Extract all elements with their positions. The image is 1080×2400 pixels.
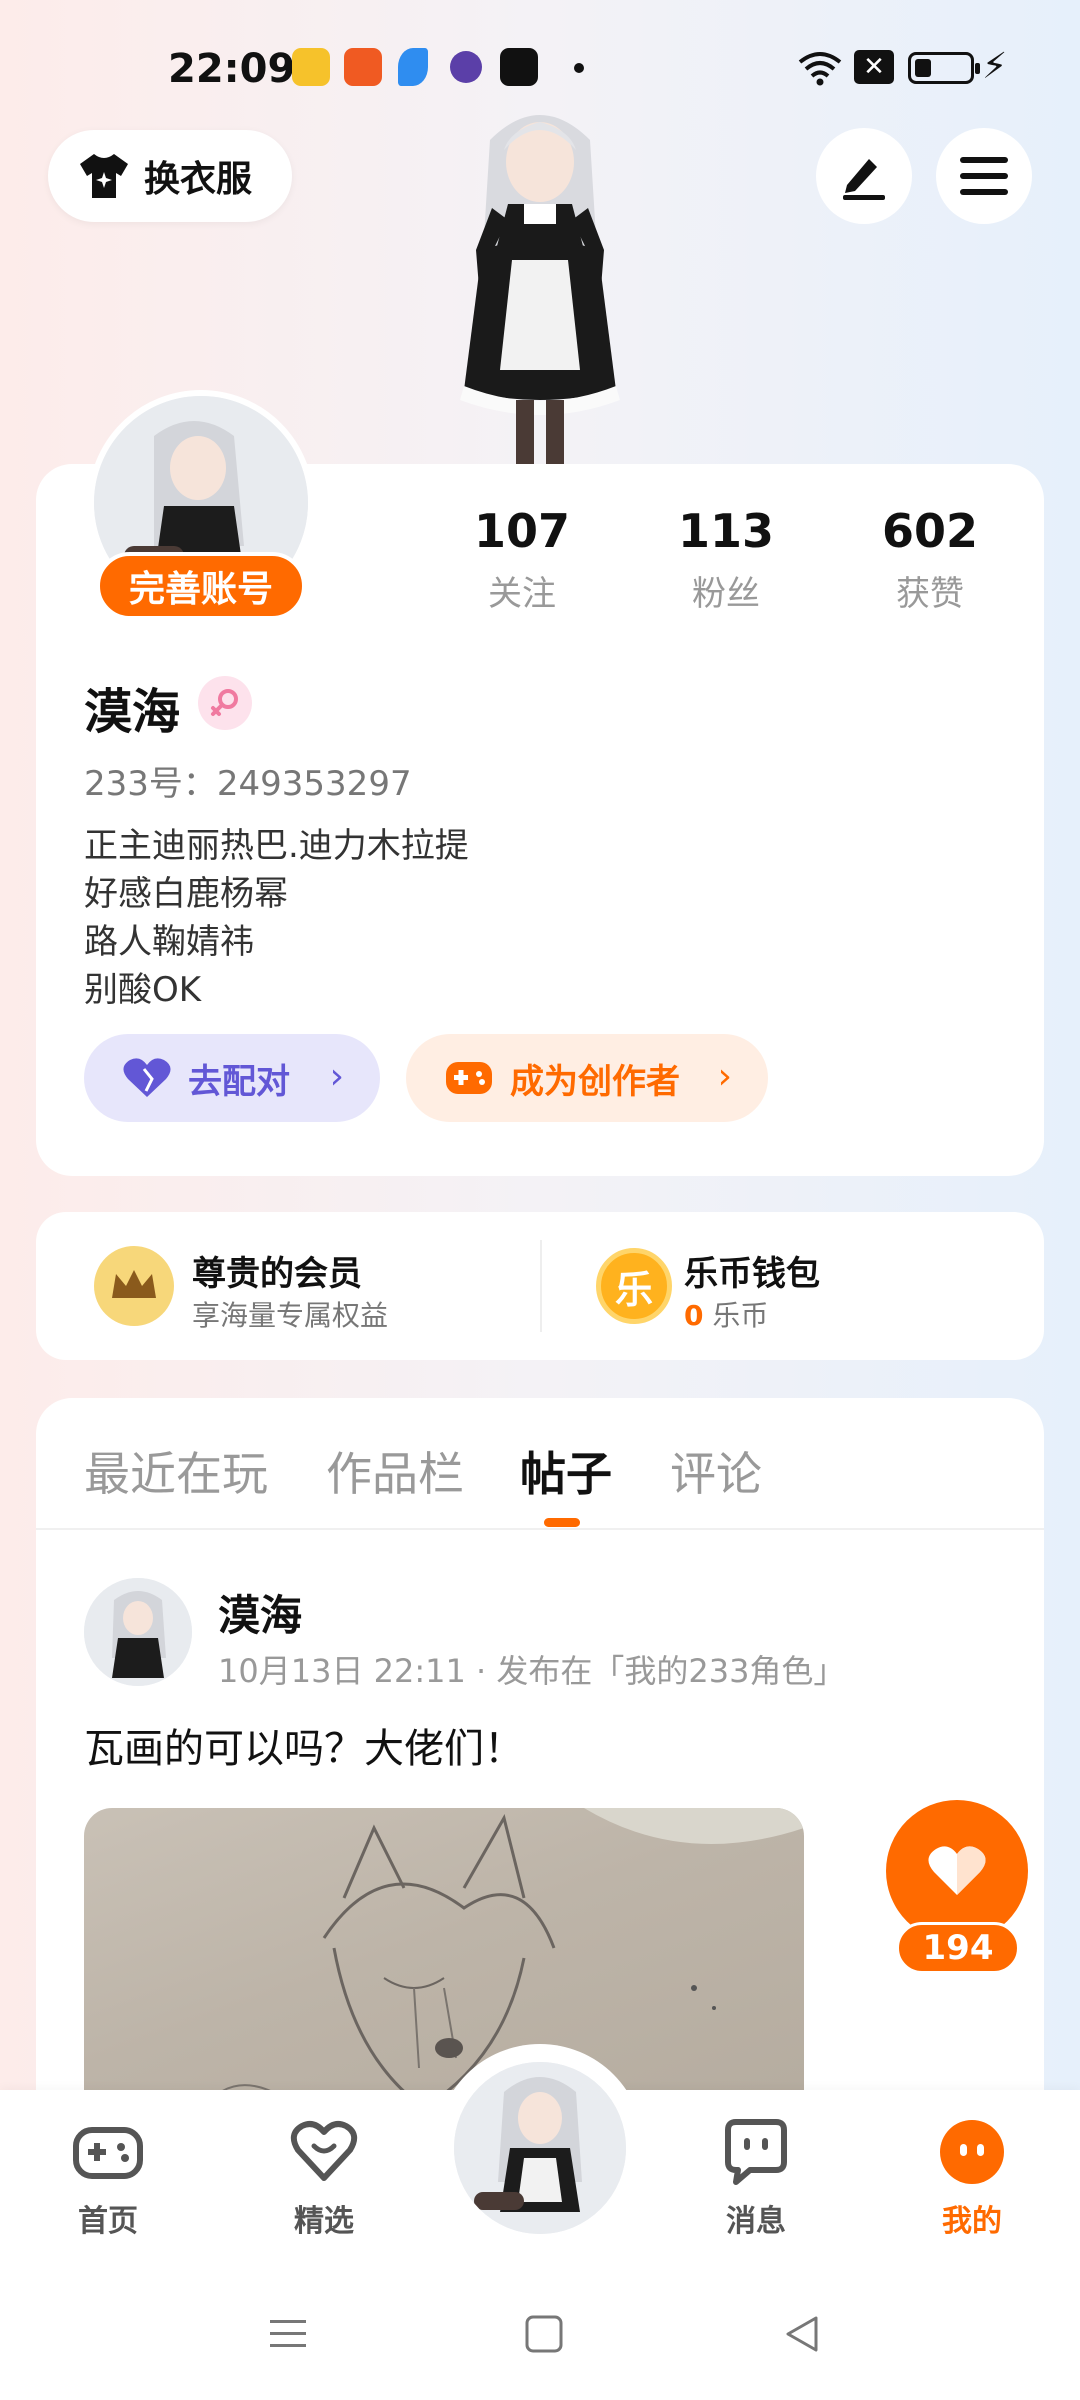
coin-amount: 0 bbox=[684, 1299, 704, 1332]
app-notification-icon bbox=[292, 48, 330, 86]
followers-count: 113 bbox=[677, 504, 775, 558]
nav-item-messages[interactable]: 消息 bbox=[686, 2116, 826, 2240]
chevron-right-icon: › bbox=[329, 1056, 344, 1097]
status-bar: 22:09 ✕ ⚡ bbox=[0, 40, 1080, 96]
bio-line: 正主迪丽热巴.迪力木拉提 bbox=[84, 826, 469, 866]
membership-entry[interactable]: 尊贵的会员 享海量专属权益 bbox=[36, 1212, 536, 1360]
tab-works[interactable]: 作品栏 bbox=[326, 1438, 464, 1504]
avatar-character-figure[interactable] bbox=[420, 100, 660, 470]
tab-comments[interactable]: 评论 bbox=[670, 1438, 762, 1504]
post-author-avatar[interactable] bbox=[84, 1578, 192, 1686]
membership-subtitle: 享海量专属权益 bbox=[192, 1299, 389, 1332]
tshirt-icon bbox=[80, 154, 128, 198]
post-text[interactable]: 瓦画的可以吗？大佬们！ bbox=[84, 1716, 524, 1774]
divider bbox=[36, 1528, 1044, 1530]
back-icon[interactable] bbox=[782, 2314, 822, 2354]
complete-account-button[interactable]: 完善账号 bbox=[96, 552, 306, 620]
system-nav-bar bbox=[0, 2270, 1080, 2400]
bio-line: 路人鞠婧祎 bbox=[84, 922, 254, 962]
coin-wallet-title: 乐币钱包 bbox=[684, 1254, 820, 1294]
recent-apps-icon[interactable] bbox=[268, 2314, 308, 2354]
membership-title: 尊贵的会员 bbox=[192, 1254, 362, 1294]
crown-icon bbox=[94, 1246, 174, 1326]
divider bbox=[540, 1240, 542, 1332]
no-sim-icon: ✕ bbox=[854, 50, 894, 84]
nav-label: 精选 bbox=[294, 2204, 354, 2239]
coin-icon: 乐 bbox=[596, 1248, 672, 1324]
chevron-right-icon: › bbox=[717, 1056, 732, 1097]
nav-label: 首页 bbox=[78, 2204, 138, 2239]
wifi-icon bbox=[798, 52, 842, 86]
edit-profile-button[interactable] bbox=[816, 128, 912, 224]
center-avatar-button[interactable] bbox=[454, 2062, 626, 2234]
likes-received-count: 602 bbox=[881, 504, 979, 558]
match-label: 去配对 bbox=[188, 1061, 290, 1102]
post-meta: 10月13日 22:11 · 发布在「我的233角色」 bbox=[218, 1652, 846, 1690]
nav-item-mine[interactable]: 我的 bbox=[902, 2116, 1042, 2240]
membership-wallet-card: 尊贵的会员 享海量专属权益 乐 乐币钱包 0 乐币 bbox=[36, 1212, 1044, 1360]
followers-label: 粉丝 bbox=[692, 574, 760, 614]
heart-chat-icon bbox=[290, 2121, 358, 2181]
avatar-image bbox=[84, 1578, 192, 1686]
message-icon bbox=[725, 2119, 787, 2185]
match-button[interactable]: 去配对 › bbox=[84, 1034, 380, 1122]
app-notification-icon bbox=[450, 51, 482, 83]
active-tab-indicator bbox=[544, 1518, 580, 1527]
following-count: 107 bbox=[473, 504, 571, 558]
avatar-image bbox=[454, 2062, 626, 2234]
heart-icon bbox=[928, 1846, 986, 1895]
menu-icon bbox=[960, 157, 1008, 195]
female-icon bbox=[198, 676, 252, 730]
menu-button[interactable] bbox=[936, 128, 1032, 224]
tab-posts[interactable]: 帖子 bbox=[520, 1438, 612, 1504]
user-name: 漠海 bbox=[84, 684, 181, 740]
tab-recently-played[interactable]: 最近在玩 bbox=[84, 1438, 268, 1504]
nav-label: 我的 bbox=[942, 2204, 1002, 2239]
gamepad-icon bbox=[446, 1062, 492, 1094]
likes-received-label: 获赞 bbox=[896, 574, 964, 614]
more-notifications-dot bbox=[574, 63, 584, 73]
profile-face-icon bbox=[940, 2120, 1004, 2184]
post-author-name[interactable]: 漠海 bbox=[218, 1582, 302, 1643]
following-label: 关注 bbox=[488, 574, 556, 614]
followers-stat[interactable]: 113 粉丝 bbox=[646, 504, 806, 615]
likes-stat[interactable]: 602 获赞 bbox=[850, 504, 1010, 615]
coin-balance: 0 乐币 bbox=[684, 1294, 768, 1334]
nav-item-featured[interactable]: 精选 bbox=[254, 2116, 394, 2240]
coin-wallet-entry[interactable]: 乐 乐币钱包 0 乐币 bbox=[544, 1212, 1044, 1360]
change-clothes-button[interactable]: 换衣服 bbox=[48, 130, 292, 222]
coin-unit: 乐币 bbox=[712, 1299, 769, 1332]
app-notification-icon bbox=[398, 48, 428, 86]
nav-item-home[interactable]: 首页 bbox=[38, 2116, 178, 2240]
nav-label: 消息 bbox=[726, 2204, 786, 2239]
app-notification-icon bbox=[344, 48, 382, 86]
following-stat[interactable]: 107 关注 bbox=[442, 504, 602, 615]
charging-icon: ⚡ bbox=[982, 46, 1008, 87]
gamepad-icon bbox=[73, 2127, 143, 2179]
become-creator-label: 成为创作者 bbox=[510, 1061, 680, 1102]
battery-icon bbox=[908, 52, 980, 84]
like-count: 194 bbox=[896, 1922, 1020, 1974]
heart-icon bbox=[123, 1058, 171, 1097]
edit-icon bbox=[843, 159, 885, 200]
user-bio: 正主迪丽热巴.迪力木拉提 好感白鹿杨幂 路人鞠婧祎 别酸OK bbox=[84, 822, 469, 1014]
become-creator-button[interactable]: 成为创作者 › bbox=[406, 1034, 768, 1122]
like-button[interactable] bbox=[886, 1800, 1028, 1942]
bio-line: 好感白鹿杨幂 bbox=[84, 874, 288, 914]
user-id: 233号：249353297 bbox=[84, 764, 412, 804]
home-icon[interactable] bbox=[524, 2314, 564, 2354]
coin-icon-glyph: 乐 bbox=[614, 1267, 653, 1312]
bio-line: 别酸OK bbox=[84, 970, 202, 1010]
tiktok-icon bbox=[500, 48, 538, 86]
change-clothes-label: 换衣服 bbox=[144, 159, 253, 200]
status-time: 22:09 bbox=[168, 46, 296, 92]
